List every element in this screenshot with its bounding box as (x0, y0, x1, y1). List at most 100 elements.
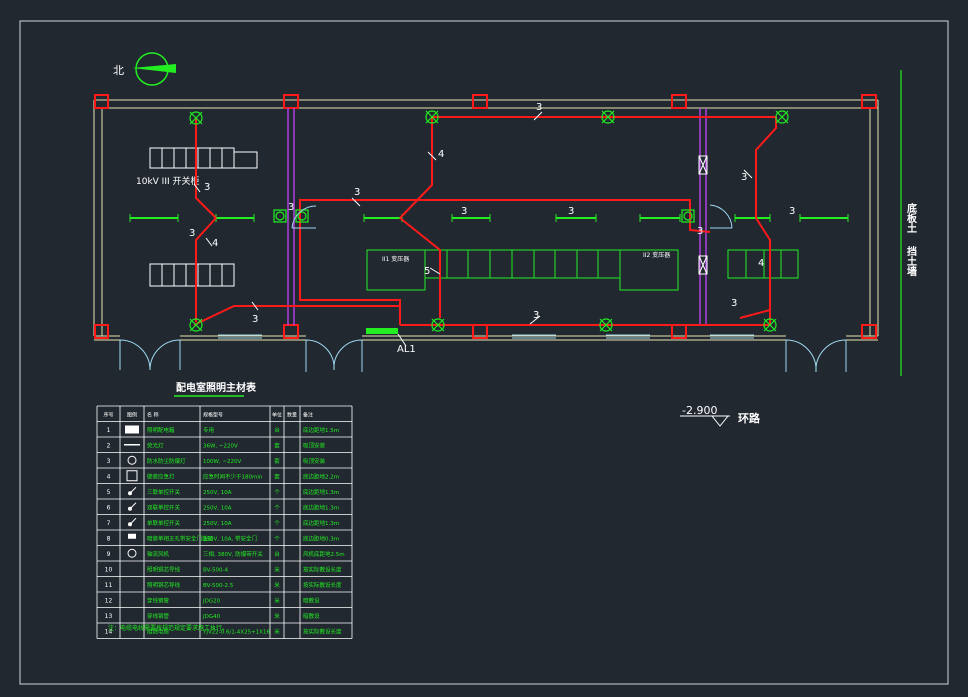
north-label: 北 (113, 64, 124, 77)
building-walls (93, 99, 879, 341)
emergency-lights (273, 209, 695, 223)
legend-symbol (125, 425, 139, 434)
table-cell: 米 (274, 565, 280, 573)
table-cell: 台 (274, 426, 280, 434)
table-header-cell: 单位 (272, 411, 282, 418)
table-cell: 单联单控开关 (147, 519, 181, 527)
table-cell: 2 (107, 442, 111, 449)
table-cell: 11 (105, 582, 113, 589)
table-cell: 100W, ~220V (203, 459, 242, 465)
table-cell: 12 (105, 597, 113, 604)
legend-symbol (127, 455, 137, 465)
table-cell: 底边距地2.2m (303, 472, 339, 480)
svg-text:3: 3 (189, 228, 195, 239)
electrical-drawing: 北 10kV III 开关柜 II1 变压器 II2 变压器 AL1 3 4 3… (19, 20, 949, 685)
svg-text:3: 3 (461, 206, 467, 217)
table-cell: 三相, 380V, 防爆带开关 (203, 550, 263, 558)
table-cell: 专用 (203, 426, 214, 434)
table-header-cell: 图例 (127, 411, 137, 418)
table-note: 注：电缆电线需要按规范规定要求施工执行。 (108, 624, 228, 632)
table-cell: 米 (274, 627, 280, 635)
table-cell: 3 (107, 458, 111, 465)
table-cell: 台 (274, 550, 280, 558)
legend-symbol (128, 533, 136, 539)
table-cell: 套 (274, 472, 280, 480)
table-cell: 36W, ~220V (203, 443, 238, 449)
svg-text:3: 3 (204, 182, 210, 193)
svg-text:3: 3 (697, 226, 703, 237)
svg-text:3: 3 (789, 206, 795, 217)
risers (287, 108, 707, 325)
table-cell: 个 (274, 520, 280, 527)
legend-symbol (126, 470, 138, 482)
table-cell: 照明铜芯导线 (147, 565, 181, 573)
table-cell: 250V, 10A (203, 521, 232, 527)
table-header-cell: 数量 (287, 411, 297, 418)
table-cell: JDG40 (202, 614, 221, 620)
table-cell: JDG20 (202, 598, 221, 604)
lv-panels (366, 249, 799, 291)
table-cell: BV-500-4 (203, 567, 229, 573)
hv-switchgear-label: 10kV III 开关柜 (136, 175, 200, 187)
north-arrow: 北 (113, 52, 176, 86)
table-cell: 10 (105, 566, 113, 573)
legend-symbol (130, 517, 137, 524)
table-cell: 8 (107, 535, 111, 542)
table-cell: 轴流风机 (147, 550, 170, 558)
svg-text:5: 5 (424, 266, 430, 277)
svg-text:3: 3 (288, 202, 294, 213)
wiring (193, 116, 777, 326)
table-cell: 穿线钢管 (147, 596, 170, 604)
svg-text:3: 3 (568, 206, 574, 217)
table-cell: 壁装应急灯 (147, 472, 175, 480)
table-header-cell: 名 称 (147, 411, 159, 418)
table-cell: 暗敷设 (303, 612, 320, 620)
legend-symbol (130, 486, 137, 493)
table-cell: 250V, 10A (203, 490, 232, 496)
lamp-symbols (189, 110, 789, 332)
table-cell: 250V, 10A, 带安全门 (203, 534, 257, 542)
table-cell: 5 (107, 489, 111, 496)
table-cell: 吸顶安装 (303, 441, 326, 449)
transformer-2-label: II2 变压器 (643, 251, 670, 259)
legend-symbol (130, 502, 137, 509)
table-cell: 风机底距地2.5m (303, 550, 345, 558)
table-cell: 6 (107, 504, 111, 511)
table-header-cell: 备注 (303, 411, 313, 418)
al1-label: AL1 (397, 344, 416, 355)
level-marker: -2.900 环路 (680, 404, 761, 427)
table-cell: 底边距地1.3m (303, 519, 339, 527)
table-cell: 13 (105, 613, 113, 620)
table-cell: BV-500-2.5 (203, 583, 234, 589)
table-cell: 底边距地1.3m (303, 488, 339, 496)
svg-text:3: 3 (354, 187, 360, 198)
transformer-1-label: II1 变压器 (382, 255, 409, 263)
table-cell: 7 (107, 520, 111, 527)
svg-text:3: 3 (741, 172, 747, 183)
fan-arcs (291, 204, 733, 229)
table-cell: 应急时间不少于180min (203, 472, 263, 480)
table-cell: 照明铜芯导线 (147, 581, 181, 589)
table-cell: 1 (107, 427, 111, 434)
distribution-box-al1: AL1 (366, 328, 416, 355)
svg-text:4: 4 (758, 258, 764, 269)
level-value: -2.900 (682, 404, 717, 417)
columns (94, 94, 877, 339)
svg-text:4: 4 (438, 149, 444, 160)
table-cell: 三联单控开关 (147, 488, 181, 496)
table-cell: 米 (274, 596, 280, 604)
table-cell: 米 (274, 581, 280, 589)
table-cell: 250V, 10A (203, 505, 232, 511)
svg-text:3: 3 (731, 298, 737, 309)
svg-text:3: 3 (252, 314, 258, 325)
table-cell: 底边距地1.3m (303, 503, 339, 511)
table-cell: 按实际敷设长度 (303, 565, 342, 573)
materials-table: 序号 图例名 称规格型号 单位 数量 备注1 照明配电箱 专用台底边距地1.5m2 荧光灯 36… (96, 405, 353, 639)
table-cell: 防水防尘防爆灯 (147, 457, 186, 465)
retaining-wall: 底板土 挡土墙 (900, 70, 917, 376)
table-cell: 暗敷设 (303, 596, 320, 604)
table-cell: 双联单控开关 (147, 503, 181, 511)
table-cell: 吸顶安装 (303, 457, 326, 465)
table-cell: 按实际敷设长度 (303, 627, 342, 635)
svg-text:3: 3 (536, 102, 542, 113)
